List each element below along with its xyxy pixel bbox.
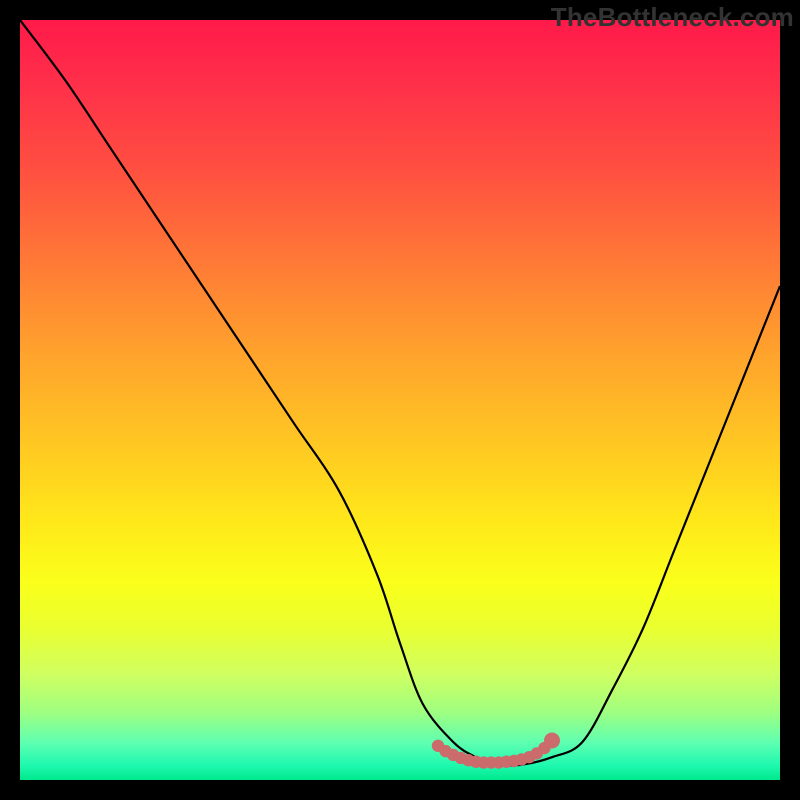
chart-container: TheBottleneck.com — [0, 0, 800, 800]
plot-area — [20, 20, 780, 780]
bottleneck-curve-svg — [20, 20, 780, 780]
bottleneck-curve-path — [20, 20, 780, 766]
marker-dot — [544, 732, 560, 748]
marker-group — [432, 732, 560, 768]
watermark-text: TheBottleneck.com — [551, 2, 794, 33]
